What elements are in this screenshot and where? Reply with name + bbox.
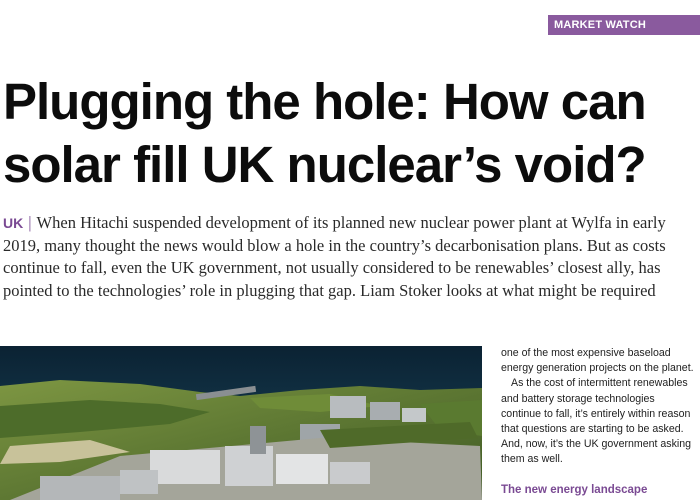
headline-line-2: solar fill UK nuclear’s void? (3, 136, 647, 193)
body-column: one of the most expensive baseload energ… (501, 346, 697, 468)
headline: Plugging the hole: How can solar fill UK… (3, 70, 698, 196)
country-label: UK (3, 215, 24, 231)
section-tag: MARKET WATCH (548, 15, 700, 35)
standfirst-text: When Hitachi suspended development of it… (3, 213, 666, 300)
plant-illustration (0, 346, 482, 500)
standfirst: UK | When Hitachi suspended development of… (3, 212, 695, 302)
body-paragraph-2: As the cost of intermittent renewables a… (501, 377, 692, 466)
body-paragraph-1: one of the most expensive baseload energ… (501, 347, 694, 375)
standfirst-separator: | (28, 213, 32, 232)
headline-line-1: Plugging the hole: How can (3, 73, 647, 130)
plant-aerial-image (0, 346, 482, 500)
subhead: The new energy landscape (501, 484, 648, 496)
